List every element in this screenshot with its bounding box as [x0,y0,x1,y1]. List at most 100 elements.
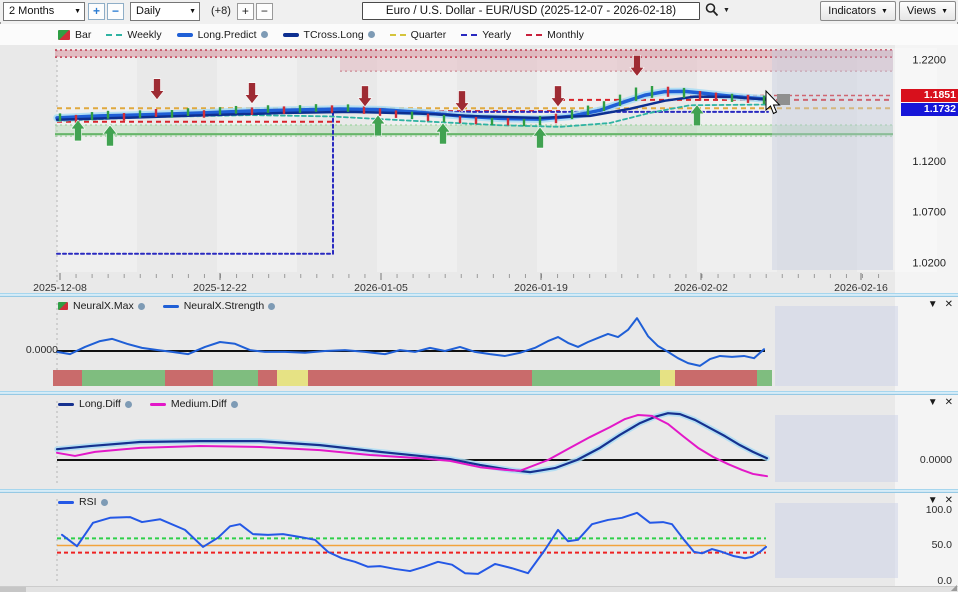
drag-handle [777,94,790,105]
svg-text:2026-02-02: 2026-02-02 [674,282,728,293]
legend-label: Long.Diff [79,398,121,410]
legend-item-monthly[interactable]: Monthly [526,29,584,41]
series-long-diff [57,413,767,472]
legend-settings-dot[interactable] [101,499,108,506]
legend-label: Weekly [127,29,161,41]
indicators-label: Indicators [828,5,876,17]
plus-icon: + [242,5,249,17]
medium-diff-line-icon [150,403,166,406]
legend-settings-dot[interactable] [261,31,268,38]
minus-icon: − [261,5,268,17]
legend-label: RSI [79,496,97,508]
close-panel-icon[interactable]: ✕ [945,398,953,408]
bars-plus-button[interactable]: + [237,3,254,20]
svg-text:1.2200: 1.2200 [912,55,946,67]
legend-item-quarter[interactable]: Quarter [390,29,447,41]
search-icon [704,2,720,18]
toolbar-right-group: Indicators ▼ Views ▼ [817,1,956,21]
neuralx-zero-label: 0.0000 [6,344,58,356]
series-medium-diff [57,415,767,476]
views-button[interactable]: Views ▼ [899,1,956,21]
rsi-panel-canvas[interactable] [0,493,958,587]
future-shaded-region [775,503,898,578]
rsi-mid-label: 50.0 [900,539,952,551]
legend-item-yearly[interactable]: Yearly [461,29,511,41]
interval-value: Daily [136,5,160,17]
legend-label: Monthly [547,29,584,41]
svg-text:2025-12-22: 2025-12-22 [193,282,247,293]
range-zoom-out-button[interactable]: − [107,3,124,20]
scrollbar-thumb[interactable] [0,587,26,592]
long-diff-line-icon [58,403,74,406]
last-price-badge: 1.1851 [901,89,958,102]
diff-panel-legend: Long.Diff Medium.Diff [58,398,256,410]
indicators-button[interactable]: Indicators ▼ [820,1,896,21]
legend-settings-dot[interactable] [368,31,375,38]
range-zoom-in-button[interactable]: + [88,3,105,20]
legend-label: Bar [75,29,91,41]
legend-item-medium-diff[interactable]: Medium.Diff [150,398,238,410]
neuralx-panel-controls: ▼ ✕ [928,300,953,310]
weekly-line-icon [106,34,122,36]
chevron-down-icon: ▼ [941,8,948,15]
close-panel-icon[interactable]: ✕ [945,300,953,310]
legend-item-long-diff[interactable]: Long.Diff [58,398,132,410]
neuralx-max-icon [58,302,68,310]
yearly-line-icon [461,34,477,36]
legend-item-rsi[interactable]: RSI [58,496,108,508]
collapse-panel-icon[interactable]: ▼ [928,496,938,506]
bar-swatch-icon [58,30,70,40]
interval-select[interactable]: Daily ▼ [130,2,200,21]
legend-label: NeuralX.Max [73,300,134,312]
neuralx-panel-legend: NeuralX.Max NeuralX.Strength [58,300,293,312]
legend-settings-dot[interactable] [138,303,145,310]
series-neuralx-strength [57,318,764,366]
search-control[interactable]: ▼ [704,2,730,18]
legend-label: Yearly [482,29,511,41]
legend-item-long-predict[interactable]: Long.Predict [177,29,268,41]
close-panel-icon[interactable]: ✕ [945,496,953,506]
prediction-offset-label: (+8) [211,5,231,17]
legend-item-neuralx-max[interactable]: NeuralX.Max [58,300,145,312]
legend-settings-dot[interactable] [231,401,238,408]
legend-settings-dot[interactable] [268,303,275,310]
predicted-price-badge: 1.1732 [901,103,958,116]
svg-text:2025-12-08: 2025-12-08 [33,282,87,293]
svg-text:2026-01-05: 2026-01-05 [354,282,408,293]
future-shaded-region [772,50,893,270]
date-range-select[interactable]: 2 Months ▼ [3,2,85,21]
future-shaded-region [775,415,898,482]
neuralx-strength-line-icon [163,305,179,308]
date-range-value: 2 Months [9,5,54,17]
legend-item-neuralx-strength[interactable]: NeuralX.Strength [163,300,276,312]
views-label: Views [907,5,936,17]
legend-label: NeuralX.Strength [184,300,265,312]
collapse-panel-icon[interactable]: ▼ [928,398,938,408]
diff-panel-controls: ▼ ✕ [928,398,953,408]
legend-item-weekly[interactable]: Weekly [106,29,161,41]
quarter-line-icon [390,34,406,36]
legend-label: Long.Predict [198,29,257,41]
svg-text:1.0200: 1.0200 [912,257,946,269]
trading-app-window: 2 Months ▼ + − Daily ▼ (+8) + − Euro / U… [0,0,958,592]
horizontal-scrollbar[interactable] [0,586,958,592]
monthly-line-icon [526,34,542,36]
minus-icon: − [112,5,119,17]
resize-grip-icon[interactable]: ◢ [951,584,957,592]
legend-item-bar[interactable]: Bar [58,29,91,41]
collapse-panel-icon[interactable]: ▼ [928,300,938,310]
legend-settings-dot[interactable] [125,401,132,408]
legend-item-tcross-long[interactable]: TCross.Long [283,29,375,41]
svg-text:1.1200: 1.1200 [912,156,946,168]
bars-minus-button[interactable]: − [256,3,273,20]
chevron-down-icon: ▼ [881,8,888,15]
long-predict-line-icon [177,33,193,37]
series-rsi [62,513,766,574]
svg-text:2026-01-19: 2026-01-19 [514,282,568,293]
main-price-chart-canvas[interactable]: 2025-12-08 2025-12-22 2026-01-05 2026-01-19… [0,45,958,293]
legend-label: Quarter [411,29,447,41]
legend-label: Medium.Diff [171,398,227,410]
symbol-search-input[interactable]: Euro / U.S. Dollar - EUR/USD (2025-12-07… [362,2,700,20]
legend-label: TCross.Long [304,29,364,41]
diff-zero-label: 0.0000 [900,454,952,466]
